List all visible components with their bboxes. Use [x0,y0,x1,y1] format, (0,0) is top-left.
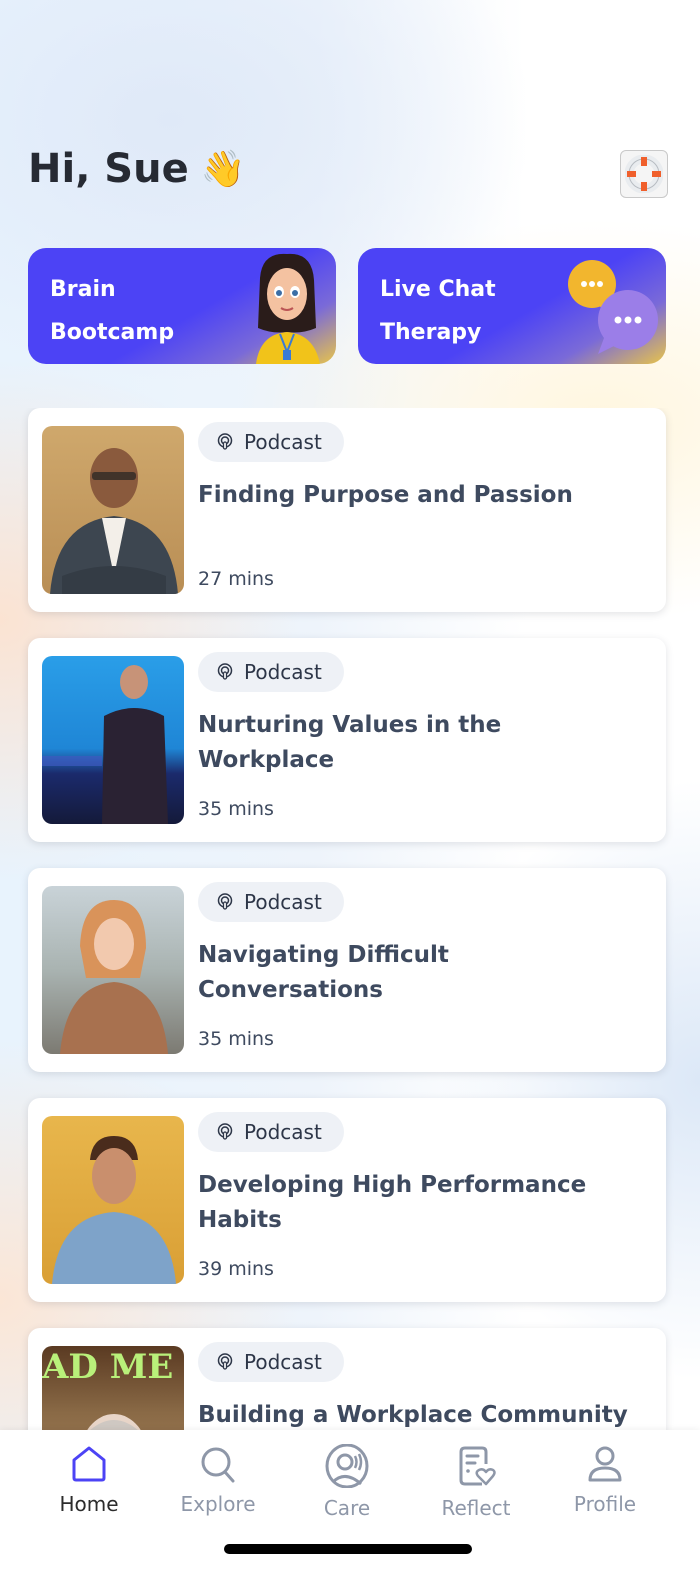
podcast-title: Nurturing Values in the Workplace [198,712,502,773]
brain-bootcamp-line1: Brain [50,277,116,302]
podcast-duration: 35 mins [198,1028,274,1050]
tab-care[interactable]: Care [292,1444,402,1534]
podcast-type-badge: Podcast [198,422,344,462]
search-icon [201,1447,235,1483]
podcast-icon [217,663,233,680]
waving-hand-icon: 👋 [200,149,246,190]
podcast-title: Navigating Difficult Conversations [198,942,449,1003]
reflect-journal-icon [459,1446,496,1486]
avatar-character-illustration [256,253,320,364]
podcast-icon [217,893,233,910]
podcast-card[interactable]: Podcast Nurturing Values in the Workplac… [28,638,666,842]
chat-bubbles-illustration [568,260,658,354]
man-in-denim-shirt-photo [42,1116,184,1284]
podcast-title: Building a Workplace Community [198,1402,628,1428]
brain-bootcamp-card[interactable]: Brain Bootcamp [28,248,336,364]
speaker-on-stage-photo [42,656,184,824]
live-chat-line1: Live Chat [380,277,496,302]
live-chat-therapy-card[interactable]: Live Chat Therapy [358,248,666,364]
tab-care-label: Care [323,1496,371,1520]
podcast-card[interactable]: AD ME Podcast Building a Workplace Commu… [28,1328,666,1430]
tab-explore-label: Explore [180,1492,256,1516]
brain-bootcamp-line2: Bootcamp [50,320,175,345]
greeting-heading: Hi, Sue 👋 [28,146,246,192]
podcast-duration: 35 mins [198,798,274,820]
tab-home-label: Home [59,1492,119,1516]
profile-icon [588,1446,622,1482]
podcast-icon [217,1123,233,1140]
podcast-duration: 27 mins [198,568,274,590]
tab-profile-label: Profile [573,1492,637,1516]
man-with-neon-sign-photo: AD ME [42,1346,184,1430]
podcast-type-badge: Podcast [198,1342,344,1382]
tab-reflect[interactable]: Reflect [421,1444,531,1534]
tab-home[interactable]: Home [34,1444,144,1534]
podcast-type-label: Podcast [244,430,322,454]
care-icon [325,1444,369,1488]
podcast-duration: 39 mins [198,1258,274,1280]
tab-explore[interactable]: Explore [163,1444,273,1534]
podcast-title: Developing High Performance Habits [198,1172,587,1233]
svg-text:AD ME: AD ME [42,1347,173,1387]
podcast-card[interactable]: Podcast Navigating Difficult Conversatio… [28,868,666,1072]
podcast-type-badge: Podcast [198,652,344,692]
woman-smiling-photo [42,886,184,1054]
podcast-type-label: Podcast [244,1350,322,1374]
greeting-text: Hi, Sue [28,146,189,192]
podcast-type-badge: Podcast [198,882,344,922]
podcast-card[interactable]: Podcast Finding Purpose and Passion 27 m… [28,408,666,612]
home-icon [72,1446,106,1482]
live-chat-line2: Therapy [380,320,482,345]
podcast-icon [217,433,233,450]
tab-profile[interactable]: Profile [550,1444,660,1534]
help-lifebuoy-button[interactable] [620,150,668,198]
podcast-card[interactable]: Podcast Developing High Performance Habi… [28,1098,666,1302]
man-in-suit-photo [42,426,184,594]
podcast-icon [217,1353,233,1370]
podcast-title: Finding Purpose and Passion [198,482,573,508]
podcast-type-badge: Podcast [198,1112,344,1152]
podcast-type-label: Podcast [244,890,322,914]
podcast-list[interactable]: Podcast Finding Purpose and Passion 27 m… [0,408,700,1430]
lifebuoy-icon [625,155,663,193]
bottom-tab-bar: Home Explore Care Reflect Profile [0,1430,700,1580]
tab-reflect-label: Reflect [441,1496,511,1520]
podcast-type-label: Podcast [244,1120,322,1144]
podcast-type-label: Podcast [244,660,322,684]
home-indicator-bar[interactable] [224,1544,472,1554]
